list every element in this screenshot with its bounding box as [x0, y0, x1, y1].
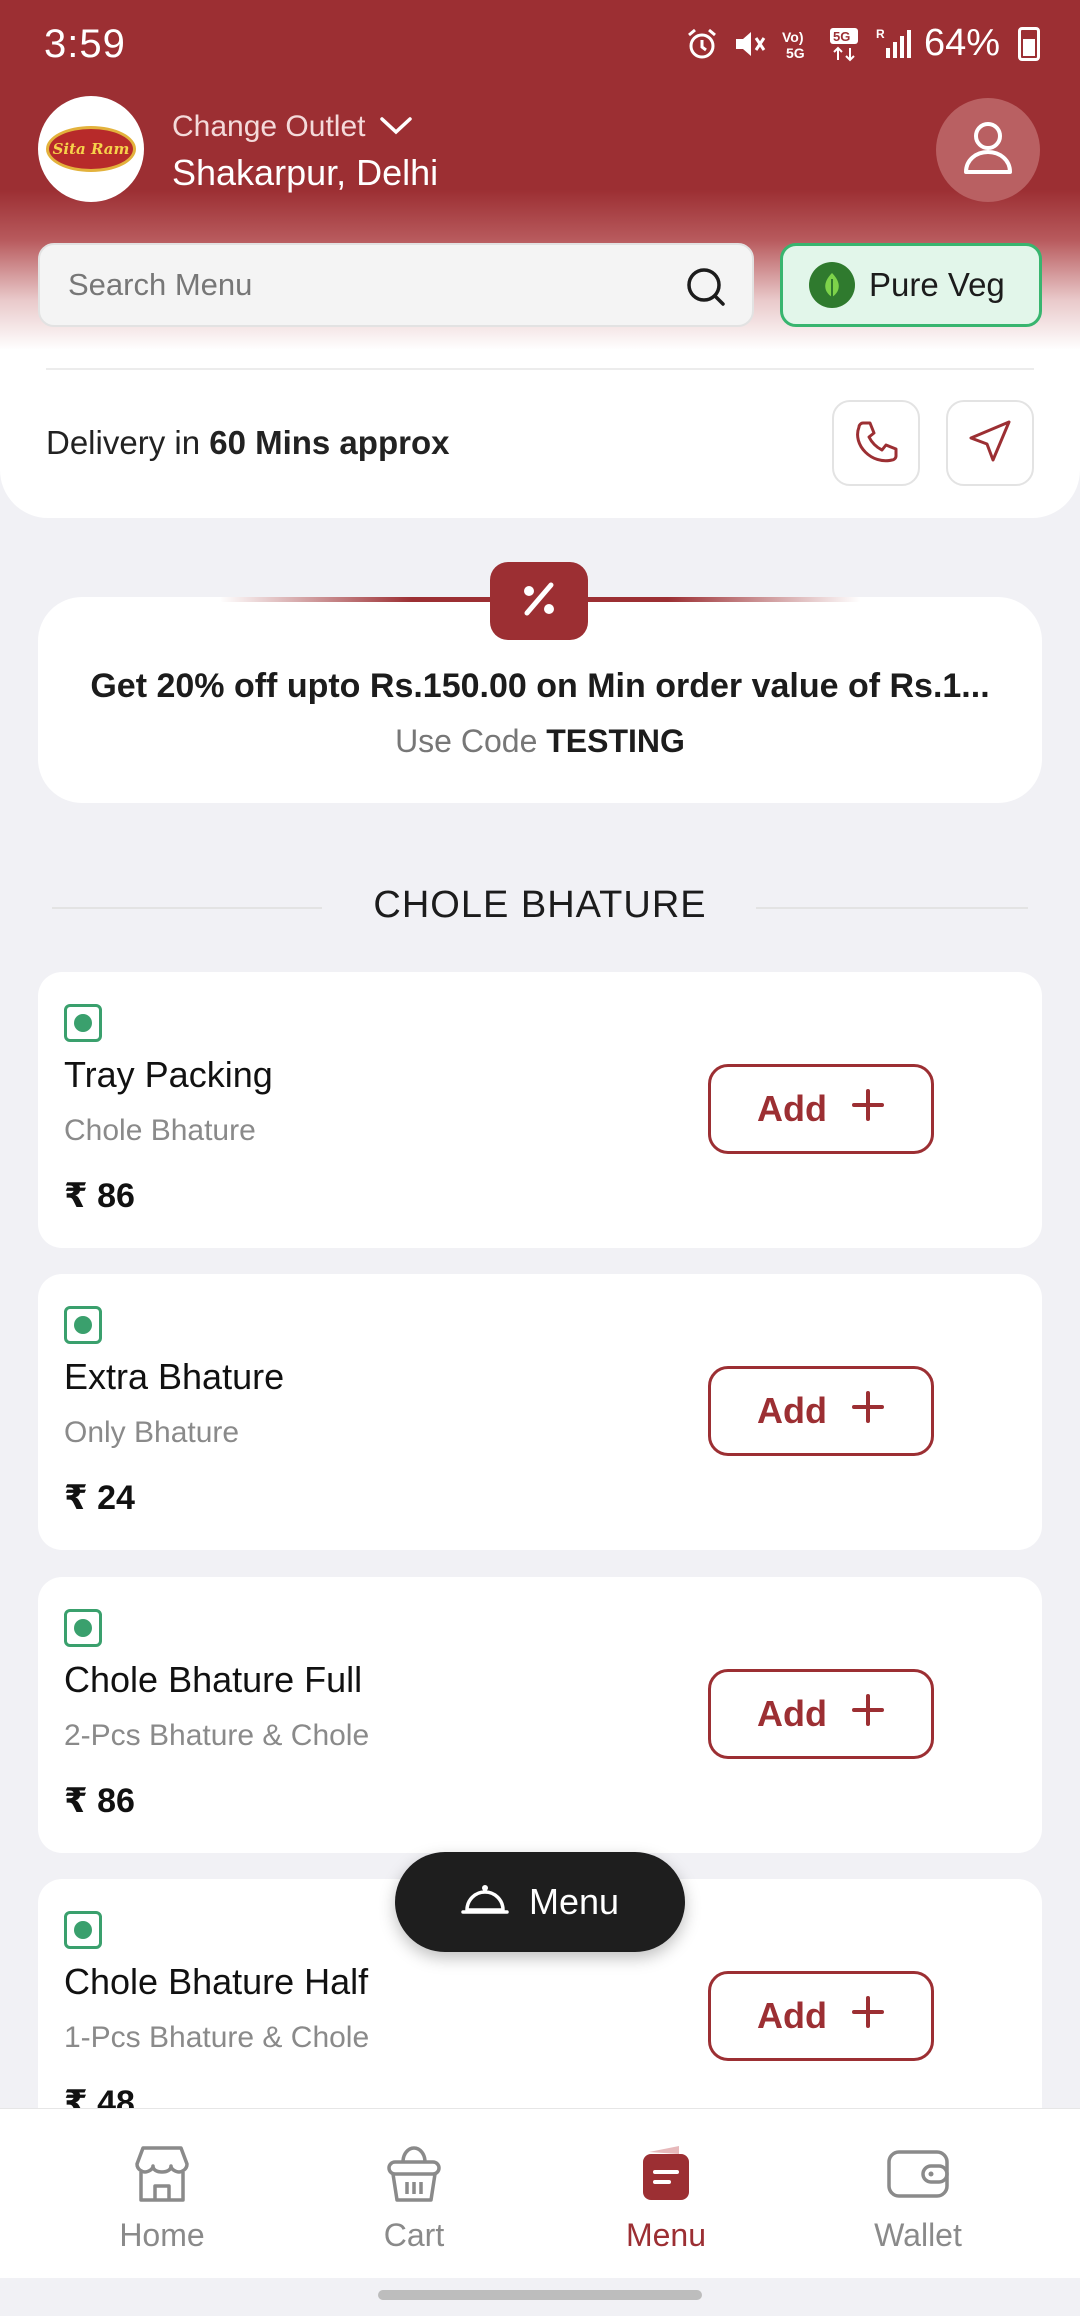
add-button[interactable]: Add — [708, 1064, 934, 1154]
menu-icon — [566, 2139, 766, 2209]
call-button[interactable] — [832, 400, 920, 486]
user-icon — [962, 120, 1014, 181]
pure-veg-toggle[interactable]: Pure Veg — [780, 243, 1042, 327]
profile-button[interactable] — [936, 98, 1040, 202]
nav-label-home: Home — [119, 2217, 205, 2253]
chevron-down-icon — [379, 110, 413, 144]
search-placeholder: Search Menu — [68, 267, 253, 302]
delivery-prefix: Delivery in — [46, 424, 210, 461]
nav-item-menu[interactable]: Menu — [566, 2139, 766, 2254]
item-description: Chole Bhature — [64, 1114, 256, 1147]
nav-item-home[interactable]: Home — [62, 2139, 262, 2254]
menu-item-card[interactable]: Chole Bhature Full 2-Pcs Bhature & Chole… — [38, 1577, 1042, 1853]
network-5g-icon: 5G — [828, 26, 864, 62]
add-label: Add — [757, 1390, 827, 1431]
offer-code-value: TESTING — [546, 723, 685, 759]
status-time: 3:59 — [44, 22, 126, 66]
svg-text:5G: 5G — [786, 45, 805, 61]
delivery-info: Delivery in 60 Mins approx — [46, 424, 449, 462]
nav-label-wallet: Wallet — [874, 2217, 962, 2253]
signal-icon: R — [876, 26, 912, 62]
directions-button[interactable] — [946, 400, 1034, 486]
discount-badge — [490, 562, 588, 640]
add-label: Add — [757, 1693, 827, 1734]
search-icon[interactable] — [684, 265, 728, 317]
svg-text:5G: 5G — [833, 29, 850, 44]
cart-icon — [314, 2139, 514, 2209]
cloche-icon — [461, 1878, 509, 1927]
plus-icon — [851, 1693, 885, 1736]
plus-icon — [851, 1390, 885, 1433]
item-name: Chole Bhature Full — [64, 1659, 363, 1700]
volte-icon: Vo) 5G — [780, 26, 816, 62]
percent-icon — [517, 577, 561, 626]
svg-text:Vo): Vo) — [782, 29, 804, 45]
item-description: 1-Pcs Bhature & Chole — [64, 2021, 370, 2054]
section-title: CHOLE BHATURE — [373, 884, 707, 926]
battery-percent: 64% — [923, 22, 1000, 64]
wallet-icon — [818, 2139, 1018, 2209]
nav-label-cart: Cart — [383, 2217, 445, 2253]
delivery-time: 60 Mins approx — [209, 424, 450, 461]
menu-fab-label: Menu — [528, 1881, 620, 1922]
veg-indicator-icon — [64, 1609, 102, 1647]
mute-icon — [732, 26, 768, 62]
add-label: Add — [757, 1088, 827, 1129]
battery-icon — [1018, 26, 1040, 61]
status-icons: Vo) 5G 5G R 64% — [684, 22, 1040, 65]
divider — [46, 368, 1034, 370]
item-description: 2-Pcs Bhature & Chole — [64, 1719, 370, 1752]
menu-item-card[interactable]: Extra Bhature Only Bhature ₹ 24 Add — [38, 1274, 1042, 1550]
change-outlet-label: Change Outlet — [172, 110, 366, 143]
alarm-icon — [684, 26, 720, 62]
logo-text: Sita Ram — [46, 126, 136, 172]
item-description: Only Bhature — [64, 1416, 240, 1449]
offer-code-prefix: Use Code — [395, 723, 547, 759]
veg-indicator-icon — [64, 1306, 102, 1344]
item-name: Extra Bhature — [64, 1356, 285, 1397]
add-button[interactable]: Add — [708, 1669, 934, 1759]
item-price: ₹ 24 — [64, 1479, 135, 1517]
navigation-arrow-icon — [967, 418, 1013, 469]
veg-indicator-icon — [64, 1911, 102, 1949]
offer-title: Get 20% off upto Rs.150.00 on Min order … — [90, 667, 990, 705]
menu-fab-button[interactable]: Menu — [395, 1852, 685, 1952]
plus-icon — [851, 1995, 885, 2038]
leaf-icon — [809, 262, 855, 308]
pure-veg-label: Pure Veg — [869, 266, 1005, 303]
phone-icon — [853, 418, 899, 469]
add-button[interactable]: Add — [708, 1366, 934, 1456]
outlet-location[interactable]: Shakarpur, Delhi — [172, 152, 438, 194]
home-icon — [62, 2139, 262, 2209]
item-name: Chole Bhature Half — [64, 1961, 369, 2002]
item-name: Tray Packing — [64, 1054, 273, 1095]
gesture-handle[interactable] — [378, 2290, 702, 2300]
svg-text:R: R — [876, 27, 885, 41]
item-price: ₹ 86 — [64, 1782, 135, 1820]
plus-icon — [851, 1088, 885, 1131]
add-button[interactable]: Add — [708, 1971, 934, 2061]
nav-label-menu: Menu — [625, 2217, 707, 2253]
brand-logo[interactable]: Sita Ram — [38, 96, 144, 202]
search-input[interactable]: Search Menu — [38, 243, 754, 327]
status-bar: 3:59 Vo) 5G 5G R 64% — [0, 0, 1080, 95]
veg-indicator-icon — [64, 1004, 102, 1042]
nav-item-cart[interactable]: Cart — [314, 2139, 514, 2254]
change-outlet-button[interactable]: Change Outlet — [172, 110, 413, 144]
offer-code: Use Code TESTING — [38, 723, 1042, 760]
item-price: ₹ 86 — [64, 1177, 135, 1215]
bottom-navigation: Home Cart Menu Wallet — [0, 2108, 1080, 2278]
nav-item-wallet[interactable]: Wallet — [818, 2139, 1018, 2254]
add-label: Add — [757, 1995, 827, 2036]
menu-item-card[interactable]: Tray Packing Chole Bhature ₹ 86 Add — [38, 972, 1042, 1248]
